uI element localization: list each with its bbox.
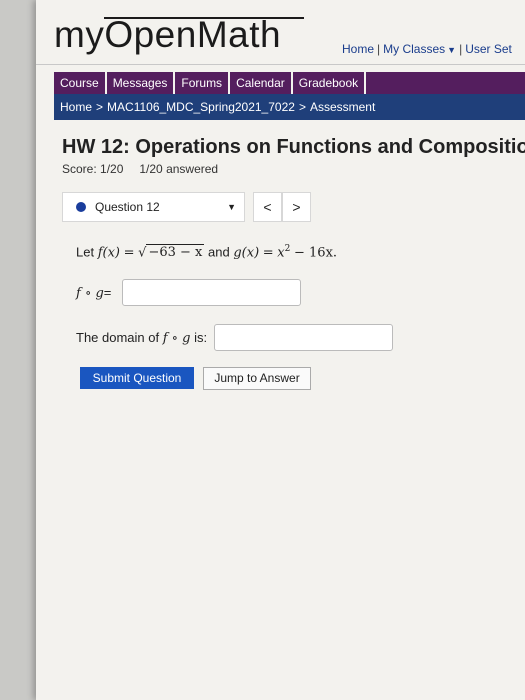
domain-label: The domain of f ∘ g is: (76, 330, 207, 346)
f-sqrt-argument: −63 − x (146, 244, 205, 261)
fog-label: f ∘ g= (76, 285, 111, 301)
fog-expression: f ∘ g (76, 286, 104, 301)
home-link[interactable]: Home (342, 42, 374, 56)
score-line: Score: 1/20 1/20 answered (62, 162, 218, 176)
problem-statement: Let f(x) = √ −63 − x and g(x) = x2 − 16x. (76, 244, 338, 261)
answered-count: 1/20 answered (139, 162, 219, 176)
next-question-button[interactable]: > (282, 192, 311, 222)
page: myOpenMath Home | My Classes ▼ | User Set Cou… (36, 0, 525, 700)
domain-suffix: is: (194, 330, 208, 345)
g-term-base: x (277, 245, 285, 261)
g-term-tail: − 16x. (294, 245, 338, 261)
link-separator: | (459, 42, 463, 56)
breadcrumb: Home > MAC1106_MDC_Spring2021_7022 > Assessm… (54, 94, 525, 120)
problem-let: Let (76, 244, 95, 260)
tab-gradebook[interactable]: Gradebook (293, 72, 367, 94)
breadcrumb-assessment: Assessment (309, 100, 376, 114)
g-term-exponent: 2 (284, 244, 291, 254)
logo: myOpenMath (54, 14, 282, 55)
tab-messages[interactable]: Messages (107, 72, 176, 94)
link-separator: | (377, 42, 381, 56)
question-select[interactable]: Question 12 ▼ (62, 192, 245, 222)
header: myOpenMath Home | My Classes ▼ | User Set (36, 0, 525, 70)
my-classes-menu[interactable]: My Classes ▼ (383, 42, 456, 56)
score-text: Score: 1/20 (62, 162, 124, 176)
top-links: Home | My Classes ▼ | User Set (342, 42, 512, 56)
domain-fog: f ∘ g (162, 331, 191, 346)
g-definition-lhs: g(x) (233, 245, 260, 261)
prev-question-button[interactable]: < (253, 192, 282, 222)
problem-and: and (208, 244, 230, 260)
equals-sign: = (262, 245, 274, 261)
tab-calendar[interactable]: Calendar (230, 72, 293, 94)
user-settings-link[interactable]: User Set (465, 42, 512, 56)
caret-down-icon: ▼ (447, 45, 457, 55)
tab-course[interactable]: Course (54, 72, 107, 94)
course-navbar: Course Messages Forums Calendar Gradeboo… (54, 72, 525, 94)
fog-answer-input[interactable] (122, 279, 301, 306)
equals-sign: = (123, 245, 135, 261)
breadcrumb-course[interactable]: MAC1106_MDC_Spring2021_7022 (107, 100, 295, 114)
tab-forums[interactable]: Forums (175, 72, 231, 94)
fog-equals: = (103, 285, 112, 300)
domain-answer-input[interactable] (214, 324, 393, 351)
submit-question-button[interactable]: Submit Question (80, 367, 194, 389)
breadcrumb-separator: > (298, 100, 306, 114)
my-classes-label: My Classes (383, 42, 446, 56)
f-definition-lhs: f(x) (97, 245, 120, 261)
question-select-label: Question 12 (95, 200, 160, 214)
breadcrumb-separator: > (96, 100, 104, 114)
dropdown-arrow-icon: ▼ (227, 202, 236, 212)
status-dot-icon (76, 202, 86, 212)
breadcrumb-home[interactable]: Home (60, 100, 92, 114)
domain-prefix: The domain of (76, 330, 160, 345)
assessment-title: HW 12: Operations on Functions and Compo… (62, 136, 525, 158)
header-divider (36, 64, 525, 65)
jump-to-answer-button[interactable]: Jump to Answer (203, 367, 311, 390)
